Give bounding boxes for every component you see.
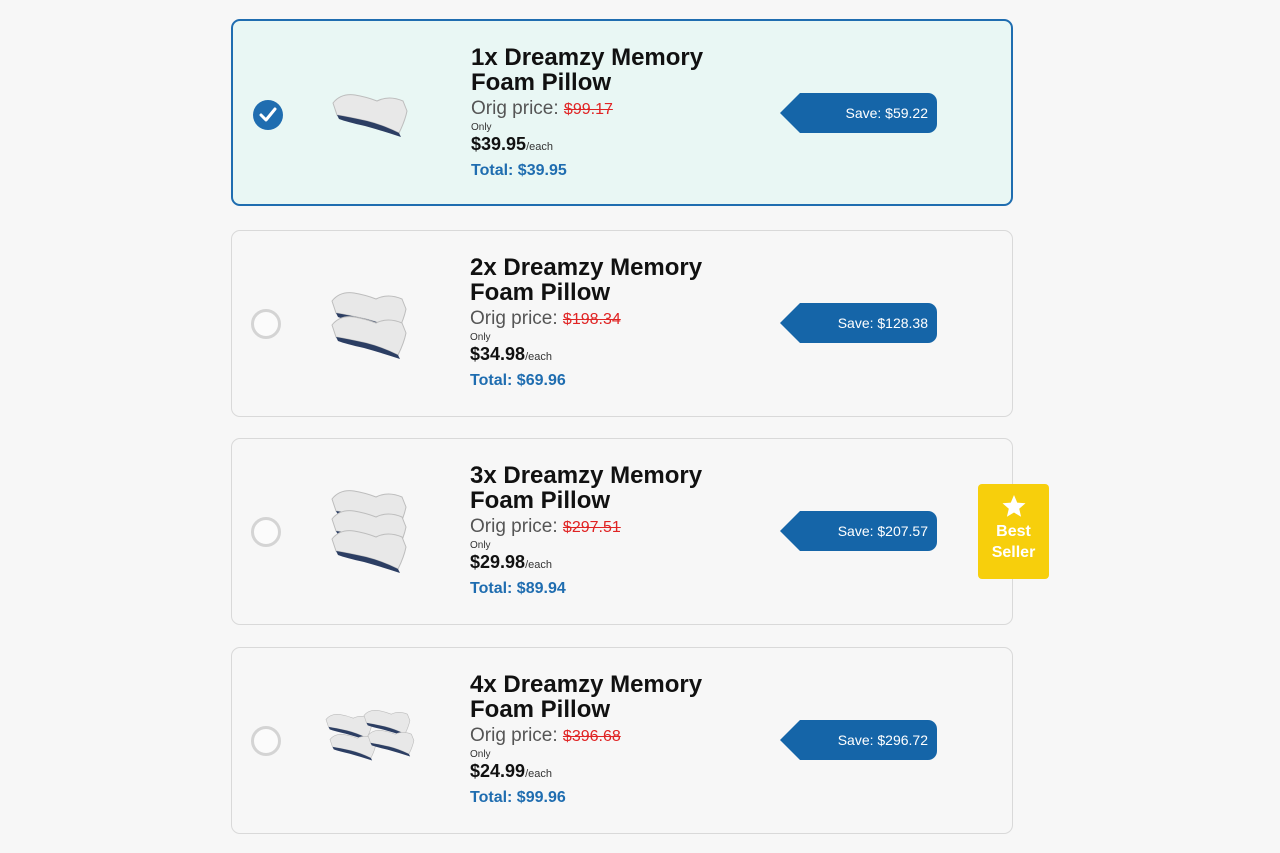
- best-seller-badge: Best Seller: [978, 484, 1049, 579]
- best-seller-line1: Best: [996, 523, 1031, 540]
- only-label: Only: [471, 122, 492, 133]
- offer-card-4[interactable]: 4x Dreamzy Memory Foam Pillow Orig price:…: [231, 647, 1013, 834]
- offer-title: 4x Dreamzy Memory Foam Pillow: [470, 671, 703, 723]
- offer-radio-3[interactable]: [251, 517, 281, 547]
- total-price: Total: $89.94: [470, 580, 566, 597]
- total-price: Total: $99.96: [470, 789, 566, 806]
- total-price: Total: $69.96: [470, 372, 566, 389]
- pillow-image: [325, 709, 415, 761]
- offer-card-2[interactable]: 2x Dreamzy Memory Foam Pillow Orig price:…: [231, 230, 1013, 417]
- unit-price: $24.99/each: [470, 761, 552, 781]
- pillow-image: [331, 292, 407, 359]
- save-tag: Save: $296.72: [780, 720, 937, 760]
- checkmark-icon: [259, 107, 277, 122]
- save-tag: Save: $128.38: [780, 303, 937, 343]
- orig-price: Orig price: $99.17: [471, 98, 613, 119]
- best-seller-line2: Seller: [991, 544, 1036, 561]
- only-label: Only: [470, 749, 491, 760]
- orig-price: Orig price: $396.68: [470, 725, 621, 746]
- offer-title: 3x Dreamzy Memory Foam Pillow: [470, 462, 703, 514]
- pillow-image: [332, 94, 408, 137]
- offer-radio-2[interactable]: [251, 309, 281, 339]
- save-tag: Save: $59.22: [780, 93, 937, 133]
- orig-price: Orig price: $297.51: [470, 516, 621, 537]
- offer-title: 1x Dreamzy Memory Foam Pillow: [471, 44, 704, 96]
- total-price: Total: $39.95: [471, 162, 567, 179]
- unit-price: $34.98/each: [470, 344, 552, 364]
- offer-radio-4[interactable]: [251, 726, 281, 756]
- offer-title: 2x Dreamzy Memory Foam Pillow: [470, 254, 703, 306]
- only-label: Only: [470, 540, 491, 551]
- unit-price: $29.98/each: [470, 552, 552, 572]
- offer-card-3[interactable]: 3x Dreamzy Memory Foam Pillow Orig price:…: [231, 438, 1013, 625]
- pillow-image: [331, 490, 407, 573]
- offer-radio-1[interactable]: [253, 100, 283, 130]
- star-icon: [1002, 495, 1025, 517]
- unit-price: $39.95/each: [471, 134, 553, 154]
- orig-price: Orig price: $198.34: [470, 308, 621, 329]
- only-label: Only: [470, 332, 491, 343]
- save-tag: Save: $207.57: [780, 511, 937, 551]
- offer-card-1[interactable]: 1x Dreamzy Memory Foam Pillow Orig price:…: [231, 19, 1013, 206]
